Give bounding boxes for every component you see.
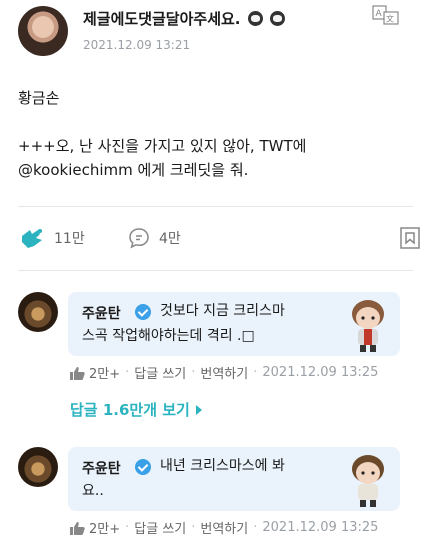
post-line: @kookiechimm 에게 크레딧을 줘.: [18, 161, 249, 179]
view-replies-link[interactable]: 답글 1.6만개 보기: [70, 399, 202, 420]
post-date: 2021.12.09 13:21: [83, 38, 191, 52]
comment-date: 2021.12.09 13:25: [262, 365, 379, 380]
svg-text:文: 文: [386, 14, 394, 24]
comment-text-line: 것보다 지금 크리스마: [160, 303, 285, 319]
clap-icon: [22, 229, 42, 248]
reply-button[interactable]: 답글 쓰기: [134, 518, 186, 537]
comment-date: 2021.12.09 13:25: [262, 520, 379, 535]
commenter-avatar[interactable]: [18, 447, 58, 487]
commenter-name[interactable]: 주윤탄: [82, 303, 121, 323]
translate-button[interactable]: 번역하기: [200, 518, 248, 537]
thumbs-up-icon[interactable]: [70, 366, 85, 380]
like-count: 11만: [54, 231, 85, 247]
comment-like-count[interactable]: 2만+: [89, 363, 120, 382]
post-line: 황금손: [18, 89, 60, 107]
view-replies-text: 답글 1.6만개 보기: [70, 401, 190, 419]
bookmark-icon[interactable]: [399, 226, 421, 250]
author-name-text: 제글에도댓글달아주세요.: [83, 10, 241, 28]
svg-text:A: A: [376, 9, 383, 19]
reply-button[interactable]: 답글 쓰기: [134, 363, 186, 382]
translate-icon[interactable]: A 文: [371, 4, 401, 26]
comment-bubble: 주윤탄 것보다 지금 크리스마 스곡 작업해야하는데 격리 .□: [68, 292, 400, 356]
comment-icon: [129, 228, 149, 249]
post-actions: 11만 4만: [0, 220, 429, 256]
arrow-right-icon: [195, 404, 202, 415]
crying-emoji-icon: [269, 11, 285, 26]
like-button[interactable]: 11만: [18, 226, 85, 250]
divider: [18, 270, 413, 271]
commenter-name[interactable]: 주윤탄: [82, 458, 121, 478]
sticker-image: [352, 300, 384, 352]
comment-text-line: 스곡 작업해야하는데 격리 .□: [82, 328, 255, 344]
crying-emoji-icon: [247, 11, 263, 26]
comment-count: 4만: [159, 231, 181, 247]
verified-badge-icon: [135, 304, 151, 320]
post-line: +++오, 난 사진을 가지고 있지 않아, TWT에: [18, 137, 307, 155]
comment-button[interactable]: 4만: [127, 226, 181, 250]
comment-text-line: 요..: [82, 483, 104, 499]
author-name[interactable]: 제글에도댓글달아주세요.: [83, 8, 285, 29]
comment-text-line: 내년 크리스마스에 봐: [160, 458, 285, 474]
post-body: 황금손 +++오, 난 사진을 가지고 있지 않아, TWT에 @kookiec…: [18, 86, 413, 182]
comment-like-count[interactable]: 2만+: [89, 518, 120, 537]
translate-button[interactable]: 번역하기: [200, 363, 248, 382]
thumbs-up-icon[interactable]: [70, 521, 85, 535]
post-header: 제글에도댓글달아주세요. 2021.12.09 13:21 A 文: [0, 0, 429, 60]
comment-meta: 2만+ · 답글 쓰기 · 번역하기 · 2021.12.09 13:25: [70, 363, 378, 382]
comment-bubble: 주윤탄 내년 크리스마스에 봐 요..: [68, 447, 400, 511]
divider: [18, 206, 413, 207]
author-avatar[interactable]: [18, 6, 68, 56]
commenter-avatar[interactable]: [18, 292, 58, 332]
sticker-image: [352, 455, 384, 507]
comment-meta: 2만+ · 답글 쓰기 · 번역하기 · 2021.12.09 13:25: [70, 518, 378, 537]
verified-badge-icon: [135, 459, 151, 475]
